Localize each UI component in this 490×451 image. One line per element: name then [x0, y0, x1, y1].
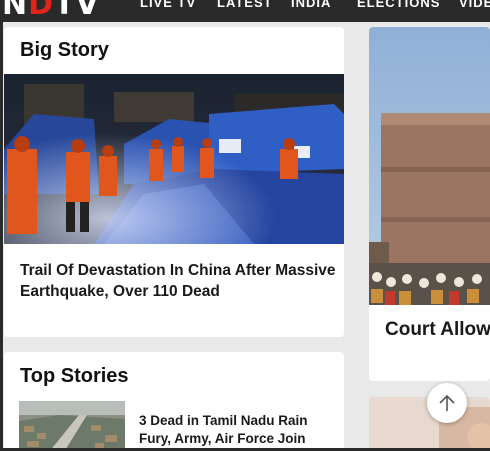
big-story-headline[interactable]: Trail Of Devastation In China After Mass…	[20, 260, 338, 302]
top-stories-card: Top Stories 3 Dead in Tamil Nadu Rain Fu…	[4, 352, 344, 451]
court-building-photo[interactable]	[369, 27, 490, 305]
top-stories-title: Top Stories	[20, 365, 129, 387]
ndtv-logo[interactable]: NDTV	[2, 0, 100, 22]
scroll-to-top-button[interactable]	[427, 383, 467, 423]
big-story-title: Big Story	[20, 39, 109, 61]
viewport-frame-left	[0, 22, 3, 451]
top-navigation-bar: NDTV LIVE TV LATEST INDIA ELECTIONS VIDE…	[0, 0, 490, 22]
side-story-card: Court Allow	[369, 27, 490, 381]
big-story-card: Big Story Trail Of Devastation In China …	[4, 27, 344, 337]
top-story-headline[interactable]: 3 Dead in Tamil Nadu Rain Fury, Army, Ai…	[139, 412, 329, 448]
top-stories-list-item[interactable]: 3 Dead in Tamil Nadu Rain Fury, Army, Ai…	[4, 400, 344, 451]
arrow-up-icon	[439, 394, 455, 411]
nav-live-tv[interactable]: LIVE TV	[140, 0, 196, 10]
nav-latest[interactable]: LATEST	[217, 0, 273, 10]
earthquake-rescue-photo[interactable]	[4, 74, 344, 244]
nav-india[interactable]: INDIA	[291, 0, 331, 10]
side-story-headline[interactable]: Court Allow	[385, 320, 490, 339]
nav-video[interactable]: VIDEO	[459, 0, 490, 10]
nav-elections[interactable]: ELECTIONS	[357, 0, 440, 10]
flood-aerial-photo[interactable]	[19, 401, 125, 451]
